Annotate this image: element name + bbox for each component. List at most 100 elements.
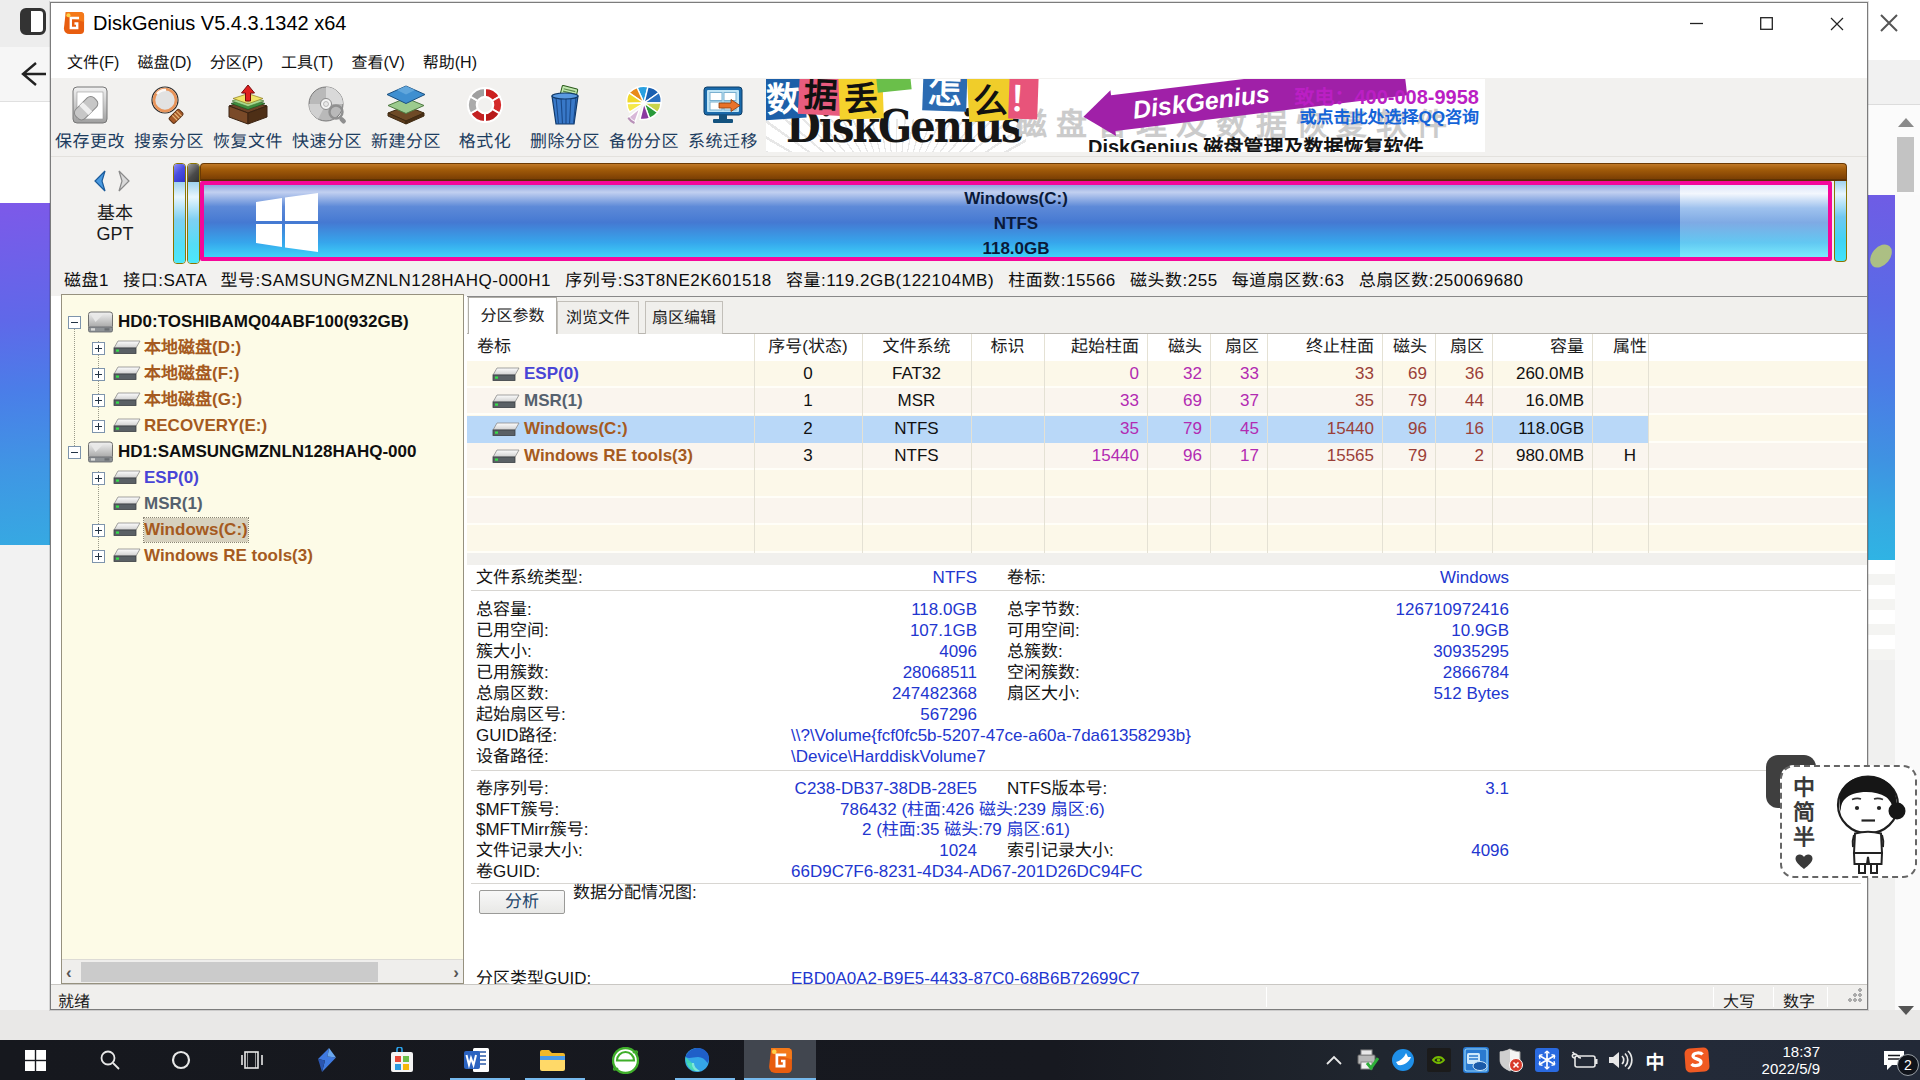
menu-view[interactable]: 查看(V) bbox=[342, 49, 413, 73]
meme-sticker-overlay[interactable]: 中 简 半 bbox=[1778, 753, 1920, 880]
scroll-right-icon[interactable]: › bbox=[453, 963, 459, 983]
col-header-start-head[interactable]: 磁头 bbox=[1147, 334, 1202, 359]
task-view-button[interactable] bbox=[228, 1040, 276, 1080]
app-lightning-button[interactable] bbox=[303, 1040, 351, 1080]
search-partition-button[interactable]: 搜索分区 bbox=[131, 82, 207, 154]
resize-grip[interactable] bbox=[1848, 988, 1863, 1003]
table-row-windows-c-selected[interactable]: Windows(C:) 2 NTFS 35 79 45 15440 96 16 … bbox=[467, 416, 1867, 443]
menu-file[interactable]: 文件(F) bbox=[58, 49, 128, 73]
prev-disk-icon[interactable] bbox=[95, 171, 105, 191]
menu-tools[interactable]: 工具(T) bbox=[272, 49, 342, 73]
tree-item-local-d[interactable]: 本地磁盘(D:) bbox=[62, 335, 463, 361]
partition-bar-msr[interactable] bbox=[187, 163, 200, 264]
tray-power[interactable] bbox=[1568, 1040, 1600, 1080]
col-header-start-cyl[interactable]: 起始柱面 bbox=[1044, 334, 1139, 359]
tree-scrollbar-thumb[interactable] bbox=[81, 962, 378, 982]
tree-item-recovery-e[interactable]: RECOVERY(E:) bbox=[62, 413, 463, 439]
edge-button[interactable] bbox=[673, 1040, 721, 1080]
tray-snowflake-app[interactable] bbox=[1532, 1040, 1562, 1080]
tree-horizontal-scrollbar[interactable]: ‹ › bbox=[62, 959, 463, 983]
background-scroll-down-icon[interactable] bbox=[1898, 1006, 1914, 1015]
collapse-icon[interactable] bbox=[68, 316, 81, 329]
tree-item-hd1[interactable]: HD1:SAMSUNGMZNLN128HAHQ-000 bbox=[62, 439, 463, 465]
ad-banner[interactable]: DiskGenius 磁盘管理及数据恢复软件 数 据 丢 怎 么 ！ DiskG… bbox=[766, 79, 1485, 152]
tab-sector-edit[interactable]: 扇区编辑 bbox=[645, 301, 723, 334]
close-button[interactable] bbox=[1813, 3, 1860, 44]
menu-disk[interactable]: 磁盘(D) bbox=[128, 49, 200, 73]
col-header-end-sect[interactable]: 扇区 bbox=[1435, 334, 1484, 359]
tab-partition-params[interactable]: 分区参数 bbox=[468, 297, 557, 334]
table-row-windows-re[interactable]: Windows RE tools(3) 3 NTFS 15440 96 17 1… bbox=[467, 443, 1867, 470]
tray-printer[interactable] bbox=[1352, 1040, 1382, 1080]
background-scroll-up-icon[interactable] bbox=[1898, 118, 1914, 127]
table-row-msr[interactable]: MSR(1) 1 MSR 33 69 37 35 79 44 16.0MB bbox=[467, 388, 1867, 415]
menu-help[interactable]: 帮助(H) bbox=[414, 49, 486, 73]
partition-bar-windows-c[interactable]: Windows(C:) NTFS 118.0GB bbox=[200, 181, 1832, 261]
col-header-end-cyl[interactable]: 终止柱面 bbox=[1267, 334, 1374, 359]
col-header-attr[interactable]: 属性 bbox=[1602, 334, 1658, 359]
tray-defender[interactable] bbox=[1496, 1040, 1526, 1080]
system-migration-button[interactable]: 系统迁移 bbox=[685, 82, 761, 154]
tree-item-local-g[interactable]: 本地磁盘(G:) bbox=[62, 387, 463, 413]
tray-bird-app[interactable] bbox=[1388, 1040, 1418, 1080]
cortana-button[interactable] bbox=[157, 1040, 205, 1080]
back-arrow-icon[interactable] bbox=[16, 59, 46, 89]
start-button[interactable] bbox=[11, 1040, 59, 1080]
minimize-button[interactable] bbox=[1673, 3, 1720, 44]
expand-icon[interactable] bbox=[92, 394, 105, 407]
scroll-left-icon[interactable]: ‹ bbox=[66, 963, 72, 983]
tree-item-esp[interactable]: ESP(0) bbox=[62, 465, 463, 491]
analyze-button[interactable]: 分析 bbox=[479, 890, 565, 914]
new-partition-button[interactable]: 新建分区 bbox=[368, 82, 444, 154]
taskbar-search-button[interactable] bbox=[86, 1040, 134, 1080]
tray-sogou[interactable] bbox=[1680, 1040, 1714, 1080]
tray-ime[interactable]: 中 bbox=[1640, 1040, 1670, 1080]
col-header-volume[interactable]: 卷标 bbox=[477, 334, 511, 359]
background-scrollbar-track[interactable] bbox=[1895, 195, 1920, 1010]
col-header-index[interactable]: 序号(状态) bbox=[754, 334, 862, 359]
delete-partition-button[interactable]: 删除分区 bbox=[527, 82, 603, 154]
expand-icon[interactable] bbox=[92, 524, 105, 537]
col-header-end-head[interactable]: 磁头 bbox=[1382, 334, 1427, 359]
tray-nvidia[interactable] bbox=[1424, 1040, 1454, 1080]
partition-bar-re-tools[interactable] bbox=[1834, 181, 1847, 262]
background-close-icon[interactable] bbox=[1876, 10, 1902, 36]
tree-item-windows-re[interactable]: Windows RE tools(3) bbox=[62, 543, 463, 569]
quick-partition-button[interactable]: 快速分区 bbox=[289, 82, 365, 154]
diskgenius-taskbar-button[interactable] bbox=[744, 1040, 816, 1080]
col-header-start-sect[interactable]: 扇区 bbox=[1210, 334, 1259, 359]
maximize-button[interactable] bbox=[1743, 3, 1790, 44]
expand-icon[interactable] bbox=[92, 550, 105, 563]
disk-nav-arrows[interactable] bbox=[89, 169, 135, 193]
collapse-icon[interactable] bbox=[68, 446, 81, 459]
tree-item-msr[interactable]: MSR(1) bbox=[62, 491, 463, 517]
ie-browser-button[interactable] bbox=[601, 1040, 649, 1080]
recover-files-button[interactable]: 恢复文件 bbox=[210, 82, 286, 154]
col-header-fs[interactable]: 文件系统 bbox=[862, 334, 971, 359]
background-scrollbar-thumb[interactable] bbox=[1897, 137, 1914, 192]
ad-qq-link[interactable]: 或点击此处选择QQ咨询 bbox=[1300, 103, 1479, 128]
table-row-esp[interactable]: ESP(0) 0 FAT32 0 32 33 33 69 36 260.0MB bbox=[467, 361, 1867, 388]
tray-expand-button[interactable] bbox=[1318, 1040, 1350, 1080]
col-header-mark[interactable]: 标识 bbox=[971, 334, 1044, 359]
taskbar-clock[interactable]: 18:37 2022/5/9 bbox=[1762, 1043, 1820, 1077]
expand-icon[interactable] bbox=[92, 368, 105, 381]
tray-volume[interactable] bbox=[1604, 1040, 1638, 1080]
backup-partition-button[interactable]: 备份分区 bbox=[606, 82, 682, 154]
word-button[interactable] bbox=[453, 1040, 501, 1080]
title-bar[interactable]: DiskGenius V5.4.3.1342 x64 bbox=[51, 3, 1867, 44]
tree-item-windows-c[interactable]: Windows(C:) bbox=[62, 517, 463, 543]
next-disk-icon[interactable] bbox=[119, 171, 129, 191]
tab-browse-files[interactable]: 浏览文件 bbox=[557, 301, 639, 334]
expand-icon[interactable] bbox=[92, 342, 105, 355]
store-button[interactable] bbox=[378, 1040, 426, 1080]
col-header-capacity[interactable]: 容量 bbox=[1492, 334, 1584, 359]
file-explorer-button[interactable] bbox=[528, 1040, 576, 1080]
action-center-button[interactable]: 2 bbox=[1868, 1040, 1920, 1080]
save-changes-button[interactable]: 保存更改 bbox=[52, 82, 128, 154]
expand-icon[interactable] bbox=[92, 420, 105, 433]
partition-bar-esp[interactable] bbox=[173, 163, 186, 264]
menu-partition[interactable]: 分区(P) bbox=[201, 49, 272, 73]
expand-icon[interactable] bbox=[92, 472, 105, 485]
format-button[interactable]: 格式化 bbox=[447, 82, 523, 154]
